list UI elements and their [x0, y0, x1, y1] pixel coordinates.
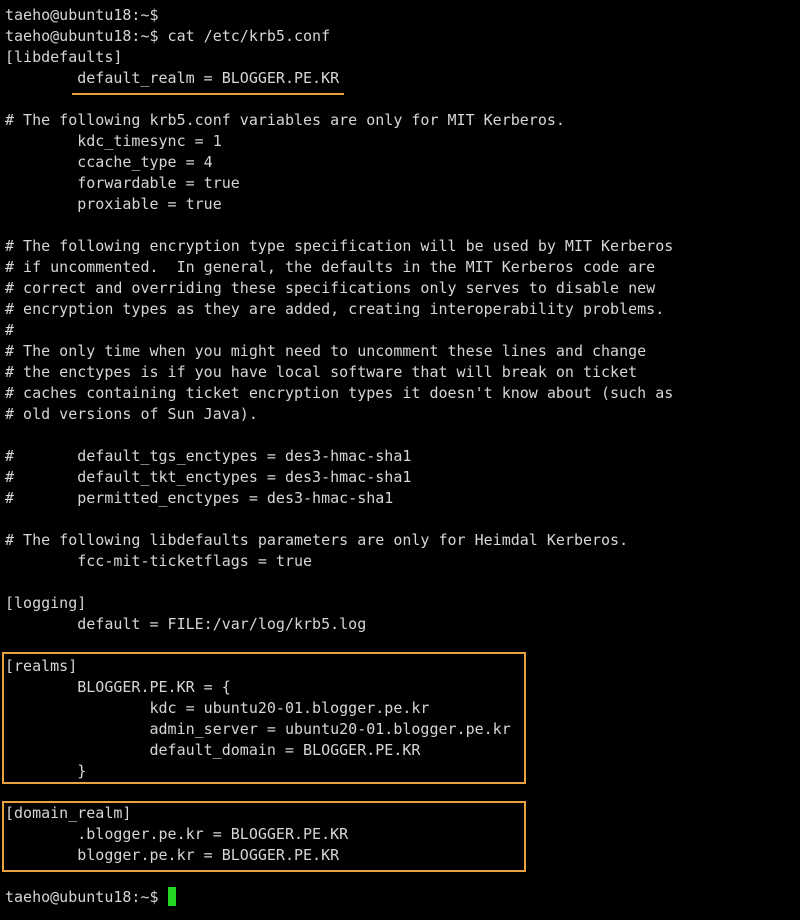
config-line: default_domain = BLOGGER.PE.KR — [5, 741, 421, 759]
comment-line: # correct and overriding these specifica… — [5, 279, 656, 297]
comment-line: # default_tgs_enctypes = des3-hmac-sha1 — [5, 447, 412, 465]
config-line: .blogger.pe.kr = BLOGGER.PE.KR — [5, 825, 349, 843]
config-line: blogger.pe.kr = BLOGGER.PE.KR — [5, 846, 340, 864]
comment-line: # The following encryption type specific… — [5, 237, 674, 255]
config-line: forwardable = true — [5, 174, 240, 192]
comment-line: # caches containing ticket encryption ty… — [5, 384, 674, 402]
comment-line: # old versions of Sun Java). — [5, 405, 258, 423]
comment-line: # The only time when you might need to u… — [5, 342, 647, 360]
shell-prompt-current: taeho@ubuntu18:~$ — [5, 888, 168, 906]
comment-line: # The following libdefaults parameters a… — [5, 531, 629, 549]
config-line: } — [5, 762, 87, 780]
default-realm-underline — [72, 93, 344, 95]
comment-line: # The following krb5.conf variables are … — [5, 111, 565, 129]
comment-line: # — [5, 321, 15, 339]
shell-prompt-line: taeho@ubuntu18:~$ — [5, 6, 159, 24]
section-header-logging: [logging] — [5, 594, 87, 612]
terminal-cursor — [168, 887, 176, 906]
config-line: default = FILE:/var/log/krb5.log — [5, 615, 367, 633]
comment-line: # the enctypes is if you have local soft… — [5, 363, 638, 381]
default-realm-line: default_realm = BLOGGER.PE.KR — [5, 69, 340, 87]
config-line: BLOGGER.PE.KR = { — [5, 678, 231, 696]
comment-line: # encryption types as they are added, cr… — [5, 300, 665, 318]
comment-line: # default_tkt_enctypes = des3-hmac-sha1 — [5, 468, 412, 486]
config-line: fcc-mit-ticketflags = true — [5, 552, 313, 570]
section-header-domain-realm: [domain_realm] — [5, 804, 132, 822]
config-line: kdc = ubuntu20-01.blogger.pe.kr — [5, 699, 430, 717]
section-header-libdefaults: [libdefaults] — [5, 48, 123, 66]
config-line: kdc_timesync = 1 — [5, 132, 222, 150]
command-line: taeho@ubuntu18:~$ cat /etc/krb5.conf — [5, 27, 331, 45]
terminal-window[interactable]: taeho@ubuntu18:~$ taeho@ubuntu18:~$ cat /… — [0, 0, 800, 920]
section-header-realms: [realms] — [5, 657, 78, 675]
comment-line: # permitted_enctypes = des3-hmac-sha1 — [5, 489, 394, 507]
config-line: admin_server = ubuntu20-01.blogger.pe.kr — [5, 720, 511, 738]
config-line: ccache_type = 4 — [5, 153, 213, 171]
comment-line: # if uncommented. In general, the defaul… — [5, 258, 656, 276]
config-line: proxiable = true — [5, 195, 222, 213]
